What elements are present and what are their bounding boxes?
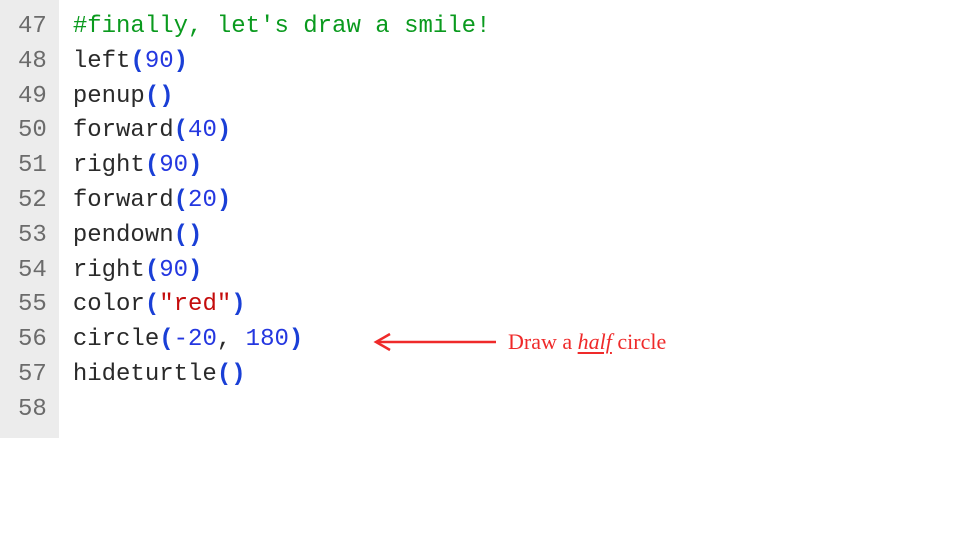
code-token: () bbox=[145, 83, 174, 110]
code-token: ) bbox=[217, 187, 231, 214]
line-number: 53 bbox=[18, 219, 47, 254]
line-number: 57 bbox=[18, 358, 47, 393]
code-token: "red" bbox=[159, 291, 231, 318]
line-number: 47 bbox=[18, 10, 47, 45]
code-token: ( bbox=[174, 187, 188, 214]
code-token: 40 bbox=[188, 117, 217, 144]
code-token: ) bbox=[188, 257, 202, 284]
code-token: ( bbox=[159, 326, 173, 353]
annotation-text-emph: half bbox=[578, 329, 612, 354]
code-token: hideturtle bbox=[73, 361, 217, 388]
code-token: ( bbox=[145, 291, 159, 318]
code-token: pendown bbox=[73, 222, 174, 249]
code-token: 90 bbox=[159, 257, 188, 284]
line-number: 48 bbox=[18, 45, 47, 80]
line-number: 49 bbox=[18, 80, 47, 115]
line-number: 58 bbox=[18, 393, 47, 428]
code-token: ( bbox=[130, 48, 144, 75]
code-line: left(90) bbox=[73, 45, 491, 80]
code-token: , bbox=[217, 326, 246, 353]
code-line: forward(20) bbox=[73, 184, 491, 219]
code-token: 90 bbox=[145, 48, 174, 75]
annotation-callout: Draw a half circle bbox=[370, 326, 666, 358]
code-token: forward bbox=[73, 117, 174, 144]
code-token: ) bbox=[231, 291, 245, 318]
line-number: 54 bbox=[18, 254, 47, 289]
code-line: color("red") bbox=[73, 288, 491, 323]
code-token: ) bbox=[188, 152, 202, 179]
arrow-left-icon bbox=[370, 330, 500, 354]
code-token: ( bbox=[145, 152, 159, 179]
line-number: 50 bbox=[18, 114, 47, 149]
code-token: left bbox=[73, 48, 131, 75]
line-number: 51 bbox=[18, 149, 47, 184]
code-token: color bbox=[73, 291, 145, 318]
code-token: () bbox=[217, 361, 246, 388]
code-line: right(90) bbox=[73, 149, 491, 184]
line-number: 56 bbox=[18, 323, 47, 358]
code-token: penup bbox=[73, 83, 145, 110]
code-token: ( bbox=[145, 257, 159, 284]
code-token: circle bbox=[73, 326, 159, 353]
annotation-text: Draw a half circle bbox=[508, 326, 666, 358]
code-token: ( bbox=[174, 117, 188, 144]
code-token: ) bbox=[174, 48, 188, 75]
code-token: 90 bbox=[159, 152, 188, 179]
code-token: ) bbox=[217, 117, 231, 144]
line-number-gutter: 474849505152535455565758 bbox=[0, 0, 59, 438]
code-line: #finally, let's draw a smile! bbox=[73, 10, 491, 45]
code-line: pendown() bbox=[73, 219, 491, 254]
code-line: penup() bbox=[73, 80, 491, 115]
code-token: 20 bbox=[188, 187, 217, 214]
code-line: forward(40) bbox=[73, 114, 491, 149]
code-line bbox=[73, 393, 491, 428]
code-token: forward bbox=[73, 187, 174, 214]
annotation-text-prefix: Draw a bbox=[508, 329, 578, 354]
code-token: #finally, let's draw a smile! bbox=[73, 13, 491, 40]
annotation-text-suffix: circle bbox=[612, 329, 666, 354]
line-number: 52 bbox=[18, 184, 47, 219]
code-area: #finally, let's draw a smile!left(90)pen… bbox=[59, 0, 499, 438]
line-number: 55 bbox=[18, 288, 47, 323]
code-token: right bbox=[73, 152, 145, 179]
code-line: right(90) bbox=[73, 254, 491, 289]
code-token: 180 bbox=[246, 326, 289, 353]
code-token: () bbox=[174, 222, 203, 249]
code-line: hideturtle() bbox=[73, 358, 491, 393]
code-token: right bbox=[73, 257, 145, 284]
code-token: -20 bbox=[174, 326, 217, 353]
code-token: ) bbox=[289, 326, 303, 353]
